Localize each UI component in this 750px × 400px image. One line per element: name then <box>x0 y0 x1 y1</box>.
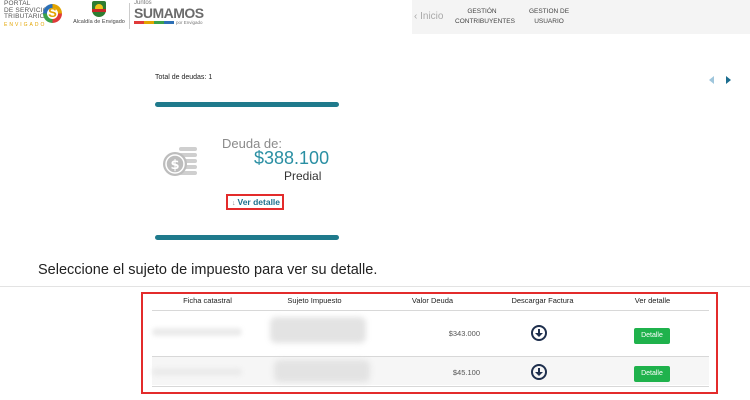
sujeto-impuesto-redacted <box>274 360 370 382</box>
header-separator <box>152 310 709 311</box>
nav-gestion-line2: CONTRIBUYENTES <box>455 18 515 25</box>
shield-icon <box>92 1 106 17</box>
deuda-concepto: Predial <box>284 169 322 183</box>
logo-divider <box>129 3 130 29</box>
ver-detalle-label: Ver detalle <box>237 197 281 207</box>
juntos-big: SUMAMOS <box>134 5 204 21</box>
card-bottom-bar <box>155 235 339 240</box>
deuda-amount: $388.100 <box>254 148 330 168</box>
top-header: PORTAL DE SERVICIOS TRIBUTARIOS ENVIGADO… <box>0 0 750 34</box>
th-valor-deuda: Valor Deuda <box>411 296 454 305</box>
juntos-tiny: por Envigado <box>176 20 203 25</box>
juntos-sumamos-logo[interactable]: Juntos SUMAMOS por Envigado <box>134 0 208 28</box>
arrow-right-icon[interactable] <box>726 76 731 84</box>
portal-s-letter: S <box>48 5 57 20</box>
download-circle-icon[interactable] <box>531 325 547 341</box>
card-top-bar <box>155 102 339 107</box>
row-separator <box>152 386 709 387</box>
valor-deuda: $45.100 <box>452 368 480 377</box>
ficha-catastral-redacted <box>152 368 242 376</box>
section-divider <box>0 286 750 287</box>
coin-stack-icon: $ <box>163 147 197 176</box>
th-descargar-factura: Descargar Factura <box>511 296 574 305</box>
detalle-button[interactable]: Detalle <box>634 366 670 382</box>
arrow-left-icon[interactable] <box>709 76 714 84</box>
th-ver-detalle: Ver detalle <box>634 296 671 305</box>
juntos-color-bar <box>134 21 174 24</box>
download-circle-icon[interactable] <box>531 364 547 380</box>
ver-detalle-link[interactable]: ↓ Ver detalle <box>226 194 284 210</box>
nav-gestion-contribuyentes[interactable]: GESTIÓN CONTRIBUYENTES <box>455 7 515 27</box>
detalle-button[interactable]: Detalle <box>634 328 670 344</box>
portal-s-logo-icon: S <box>43 4 62 23</box>
seleccione-instruction: Seleccione el sujeto de impuesto para ve… <box>38 262 378 278</box>
ficha-catastral-redacted <box>152 328 242 336</box>
th-sujeto-impuesto: Sujeto Impuesto <box>287 296 342 305</box>
th-ficha-catastral: Ficha catastral <box>183 296 232 305</box>
svg-text:$: $ <box>170 158 179 173</box>
nav-gestion-usuario[interactable]: GESTION DE USUARIO <box>517 7 581 27</box>
alcaldia-label: Alcaldía de Envigado <box>73 19 125 25</box>
header-logos: PORTAL DE SERVICIOS TRIBUTARIOS ENVIGADO… <box>0 0 412 34</box>
portal-logo[interactable]: PORTAL DE SERVICIOS TRIBUTARIOS ENVIGADO… <box>4 0 62 28</box>
total-deudas: Total de deudas: 1 <box>155 74 213 81</box>
sujeto-impuesto-redacted <box>270 317 366 343</box>
nav-gestion-line1: GESTIÓN <box>467 8 497 15</box>
download-small-icon: ↓ <box>232 200 236 207</box>
valor-deuda: $343.000 <box>448 329 480 338</box>
nav-inicio[interactable]: ‹ Inicio <box>414 11 443 22</box>
alcaldia-logo[interactable]: Alcaldía de Envigado <box>68 1 128 29</box>
